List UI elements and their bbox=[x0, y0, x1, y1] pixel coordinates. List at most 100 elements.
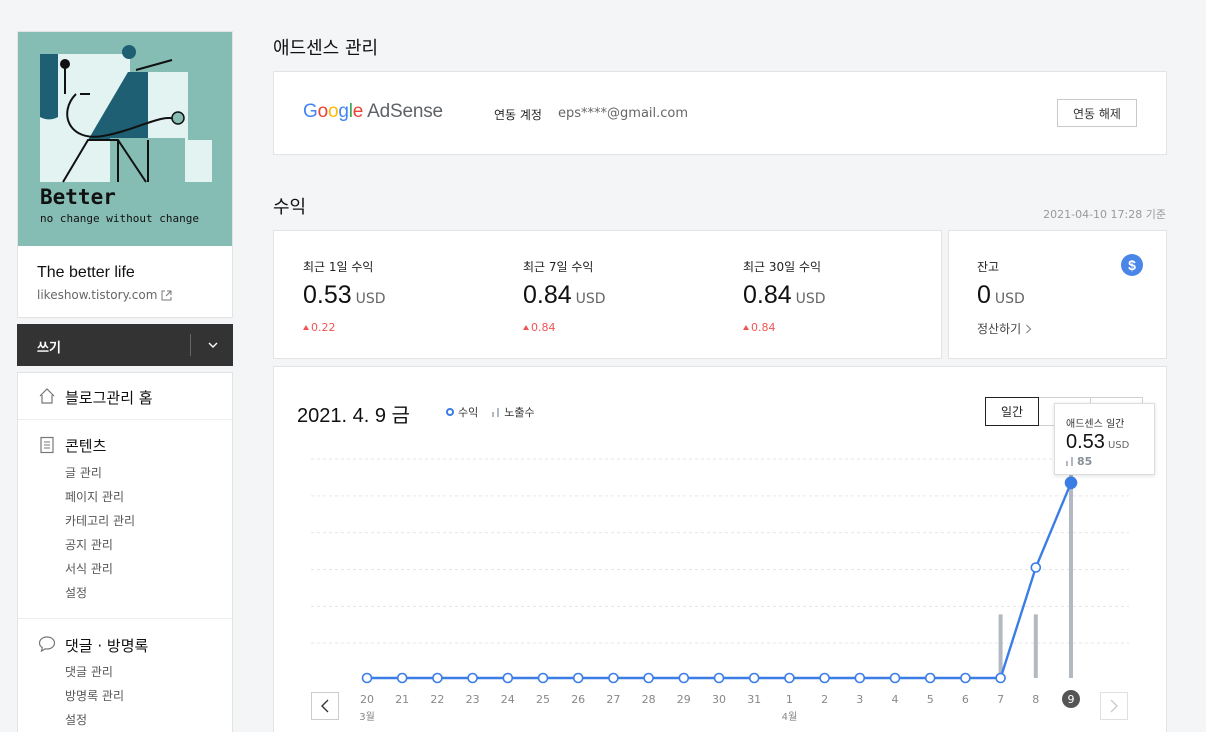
balance-number: 0 bbox=[977, 281, 991, 309]
sidebar-divider bbox=[18, 618, 232, 619]
stat-delta-value: 0.84 bbox=[751, 321, 776, 334]
revenue-point bbox=[960, 672, 971, 684]
revenue-line bbox=[367, 482, 1073, 680]
page-title: 애드센스 관리 bbox=[273, 38, 379, 59]
balance-stat: 잔고 0 USD bbox=[977, 231, 1177, 360]
revenue-chart-card: 2021. 4. 9 금 수익 노출수 일간 20 21 22 23 24 25 26 27 2… bbox=[273, 366, 1167, 732]
revenue-point bbox=[678, 672, 690, 684]
x-tick-label: 28 bbox=[642, 693, 656, 706]
x-tick-label: 2 bbox=[821, 693, 828, 706]
x-tick-label: 8 bbox=[1032, 693, 1039, 706]
sidebar-item-notices[interactable]: 공지 관리 bbox=[65, 536, 113, 553]
chevron-right-icon bbox=[1026, 324, 1032, 333]
x-tick-label: 31 bbox=[747, 693, 761, 706]
x-tick-label: 7 bbox=[997, 693, 1004, 706]
sidebar-item-comments[interactable]: 댓글 관리 bbox=[65, 663, 113, 680]
revenue-point bbox=[608, 672, 619, 684]
tooltip-unit: USD bbox=[1107, 440, 1130, 451]
dollar-icon: $ bbox=[1121, 254, 1143, 276]
chart-next-button bbox=[1100, 692, 1128, 720]
revenue-point bbox=[572, 672, 584, 684]
stat-1day: 최근 1일 수익 0.53 USD 0.22 bbox=[303, 231, 503, 360]
x-tick-label: 22 bbox=[430, 693, 444, 706]
stat-value: 0.84 USD bbox=[523, 281, 606, 310]
impression-bar bbox=[998, 614, 1003, 678]
sidebar-item-comment-settings[interactable]: 설정 bbox=[65, 711, 87, 728]
month-label: 4월 bbox=[782, 711, 798, 723]
blog-cover-image: Better no change without change bbox=[18, 32, 232, 246]
x-tick-label: 3 bbox=[856, 693, 863, 706]
sidebar-item-templates[interactable]: 서식 관리 bbox=[65, 560, 113, 577]
impression-bar bbox=[1069, 470, 1073, 678]
revenue-point bbox=[537, 672, 549, 684]
external-link-icon bbox=[161, 290, 172, 300]
settle-link[interactable]: 정산하기 bbox=[977, 320, 1032, 337]
tooltip-number: 0.53 bbox=[1066, 431, 1105, 453]
revenue-point bbox=[924, 672, 936, 684]
chart-tooltip: 애드센스 일간 0.53 USD 85 bbox=[1054, 403, 1155, 475]
blog-title[interactable]: The better life bbox=[37, 264, 135, 282]
x-tick-label: 20 bbox=[360, 693, 374, 706]
balance-value: 0 USD bbox=[977, 281, 1025, 310]
sidebar-item-categories[interactable]: 카테고리 관리 bbox=[65, 512, 135, 529]
x-tick-label: 29 bbox=[677, 693, 691, 706]
stat-unit: USD bbox=[355, 291, 386, 307]
sidebar-section-contents[interactable]: 콘텐츠 bbox=[65, 435, 106, 456]
x-tick-label: 21 bbox=[395, 693, 409, 706]
blog-profile-card: Better no change without change The bett… bbox=[17, 31, 233, 318]
write-post-bar[interactable]: 쓰기 bbox=[17, 324, 233, 366]
up-triangle-icon bbox=[303, 325, 309, 330]
sidebar-item-content-settings[interactable]: 설정 bbox=[65, 584, 87, 601]
sidebar-item-pages[interactable]: 페이지 관리 bbox=[65, 488, 124, 505]
balance-unit: USD bbox=[994, 291, 1025, 307]
document-icon bbox=[40, 436, 54, 454]
speech-bubble-icon bbox=[38, 636, 56, 653]
x-tick-label: 5 bbox=[927, 693, 934, 706]
google-adsense-logo: Google AdSense bbox=[303, 101, 443, 122]
balance-label: 잔고 bbox=[977, 260, 1000, 274]
stat-number: 0.84 bbox=[743, 281, 792, 309]
write-button[interactable]: 쓰기 bbox=[37, 337, 61, 356]
sidebar-item-home[interactable]: 블로그관리 홈 bbox=[18, 373, 232, 420]
sidebar-section-comments[interactable]: 댓글 · 방명록 bbox=[65, 635, 148, 656]
sidebar-item-label: 블로그관리 홈 bbox=[65, 389, 153, 407]
x-tick-label: 26 bbox=[571, 693, 585, 706]
chevron-down-icon[interactable] bbox=[202, 334, 224, 356]
x-tick-label: 23 bbox=[466, 693, 480, 706]
settle-link-label: 정산하기 bbox=[977, 322, 1022, 336]
unlink-button[interactable]: 연동 해제 bbox=[1057, 99, 1137, 127]
blog-url-text: likeshow.tistory.com bbox=[37, 288, 158, 302]
stat-label: 최근 30일 수익 bbox=[743, 260, 822, 274]
revenue-point bbox=[784, 672, 795, 684]
stat-number: 0.84 bbox=[523, 281, 572, 309]
stat-delta-value: 0.22 bbox=[311, 321, 336, 334]
revenue-chart: 20 21 22 23 24 25 26 27 28 29 30 31 1 2 3 4 5 6 7 8 93월 4월 bbox=[311, 458, 1129, 723]
tooltip-impressions-value: 85 bbox=[1077, 455, 1093, 468]
bars-icon bbox=[1066, 457, 1073, 466]
revenue-point bbox=[854, 672, 866, 684]
blog-url-link[interactable]: likeshow.tistory.com bbox=[37, 288, 172, 302]
linked-account-email: eps****@gmail.com bbox=[558, 106, 689, 121]
x-tick-label: 27 bbox=[606, 693, 620, 706]
month-label: 3월 bbox=[359, 711, 375, 723]
stat-7day: 최근 7일 수익 0.84 USD 0.84 bbox=[523, 231, 723, 360]
revenue-point bbox=[819, 672, 830, 684]
x-tick-label: 24 bbox=[501, 693, 515, 706]
sidebar-item-posts[interactable]: 글 관리 bbox=[65, 464, 102, 481]
revenue-point bbox=[1030, 562, 1042, 573]
stat-30day: 최근 30일 수익 0.84 USD 0.84 bbox=[743, 231, 943, 360]
revenue-point bbox=[432, 672, 443, 684]
stat-delta-value: 0.84 bbox=[531, 321, 556, 334]
x-tick-label: 4 bbox=[892, 693, 899, 706]
home-icon bbox=[39, 388, 55, 404]
cover-subtitle: no change without change bbox=[40, 212, 199, 225]
up-triangle-icon bbox=[743, 325, 749, 330]
revenue-point bbox=[502, 672, 514, 684]
sidebar-item-guestbook[interactable]: 방명록 관리 bbox=[65, 687, 124, 704]
tooltip-value: 0.53 USD bbox=[1066, 431, 1129, 454]
tooltip-impressions: 85 bbox=[1066, 455, 1092, 468]
revenue-point bbox=[889, 672, 901, 684]
stat-label: 최근 7일 수익 bbox=[523, 260, 594, 274]
chart-prev-button bbox=[311, 692, 339, 720]
cover-title: Better bbox=[40, 185, 116, 209]
